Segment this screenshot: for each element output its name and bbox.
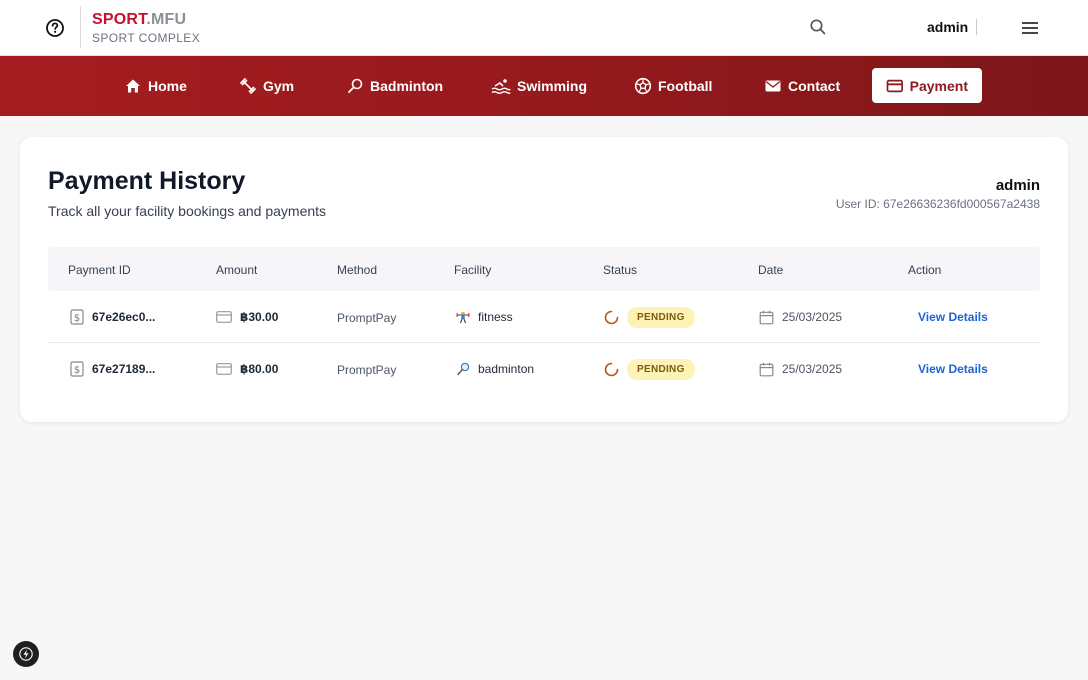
facility-name: badminton [478,362,535,376]
dollar-receipt-icon: $ [70,309,84,325]
nav-label-home: Home [148,77,187,94]
payment-id-cell: $ 67e27189... [70,343,155,395]
dollar-receipt-icon: $ [70,361,84,377]
hamburger-menu-icon [1022,22,1038,34]
payment-id: 67e26ec0... [92,310,156,324]
action-cell: View Details [918,343,988,395]
facility-name: fitness [478,310,513,324]
amount: ฿80.00 [240,362,279,376]
payment-table: Payment ID Amount Method Facility Status… [48,247,1040,395]
view-details-link[interactable]: View Details [918,362,988,376]
svg-text:$: $ [74,365,80,376]
nav-label-badminton: Badminton [370,77,444,94]
page-subtitle: Track all your facility bookings and pay… [48,203,327,219]
nav-label-football: Football [658,77,713,94]
brand-logo[interactable]: SPORT.MFU SPORT COMPLEX [92,11,200,45]
credit-card-icon [216,363,232,375]
table-row: $ 67e27189... ฿80.00 PromptPay badminton… [48,343,1040,395]
header-username[interactable]: admin [927,19,968,35]
column-header-payment-id: Payment ID [68,263,131,277]
nav-item-home[interactable]: Home [110,68,201,103]
user-id: User ID: 67e26636236fd000567a2438 [835,197,1040,211]
calendar-icon [759,362,774,376]
date-cell: 25/03/2025 [759,291,842,343]
calendar-icon [759,310,774,324]
date: 25/03/2025 [782,362,843,376]
brand-name: SPORT.MFU [92,11,200,29]
status-cell: PENDING [604,291,695,343]
nav-item-football[interactable]: Football [620,68,726,103]
brand-divider [80,6,81,48]
payment-id-cell: $ 67e26ec0... [70,291,155,343]
nav-item-payment[interactable]: Payment [872,68,982,103]
nav-label-gym: Gym [263,77,295,94]
amount: ฿30.00 [240,310,279,324]
view-details-link[interactable]: View Details [918,310,988,324]
column-header-method: Method [337,263,378,277]
dumbbell-icon [240,77,256,94]
lightning-button[interactable] [13,641,39,667]
status-badge: PENDING [627,306,695,328]
status-cell: PENDING [604,343,695,395]
amount-cell: ฿80.00 [216,343,278,395]
svg-text:$: $ [74,313,80,324]
table-row: $ 67e26ec0... ฿30.00 PromptPay fitness P… [48,291,1040,343]
loading-spinner-icon [604,362,619,376]
column-header-date: Date [758,263,784,277]
payment-history-card: Payment History Track all your facility … [20,137,1068,422]
nav-item-contact[interactable]: Contact [750,68,854,103]
menu-button[interactable] [1020,18,1040,38]
column-header-action: Action [908,263,942,277]
lightning-bolt-icon [19,647,33,661]
column-header-facility: Facility [454,263,492,277]
facility-cell: fitness [456,291,513,343]
badminton-racket-icon [457,362,470,376]
column-header-amount: Amount [216,263,258,277]
header-separator [976,19,977,35]
search-icon [810,19,826,35]
amount-cell: ฿30.00 [216,291,278,343]
credit-card-icon [216,311,232,323]
nav-item-swimming[interactable]: Swimming [477,68,601,103]
column-header-status: Status [603,263,638,277]
payment-id: 67e27189... [92,362,156,376]
nav-label-payment: Payment [909,77,968,94]
method: PromptPay [337,311,397,325]
search-button[interactable] [809,18,829,38]
credit-card-icon [886,79,904,92]
top-bar: SPORT.MFU SPORT COMPLEX admin [0,0,1088,56]
brand-primary: SPORT [92,11,147,28]
main-nav: Home Gym Badminton Swimming Football Con… [0,56,1088,116]
help-circle-icon [46,19,64,37]
mail-icon [765,80,781,91]
brand-secondary: .MFU [146,11,187,28]
page-title: Payment History [48,167,246,195]
football-icon [634,77,652,94]
weightlifter-icon [456,311,470,324]
swimming-icon [491,78,511,94]
home-icon [126,79,140,92]
nav-label-contact: Contact [788,77,841,94]
table-header: Payment ID Amount Method Facility Status… [48,247,1040,291]
loading-spinner-icon [604,310,619,324]
brand-subtitle: SPORT COMPLEX [92,31,201,45]
help-button[interactable] [44,17,66,39]
badminton-racket-icon [348,78,363,93]
date: 25/03/2025 [782,310,843,324]
method: PromptPay [337,363,397,377]
user-name: admin [995,177,1040,194]
nav-item-gym[interactable]: Gym [225,68,308,103]
nav-item-badminton[interactable]: Badminton [332,68,457,103]
nav-label-swimming: Swimming [517,77,588,94]
status-badge: PENDING [627,358,695,380]
action-cell: View Details [918,291,988,343]
facility-cell: badminton [456,343,534,395]
date-cell: 25/03/2025 [759,343,842,395]
